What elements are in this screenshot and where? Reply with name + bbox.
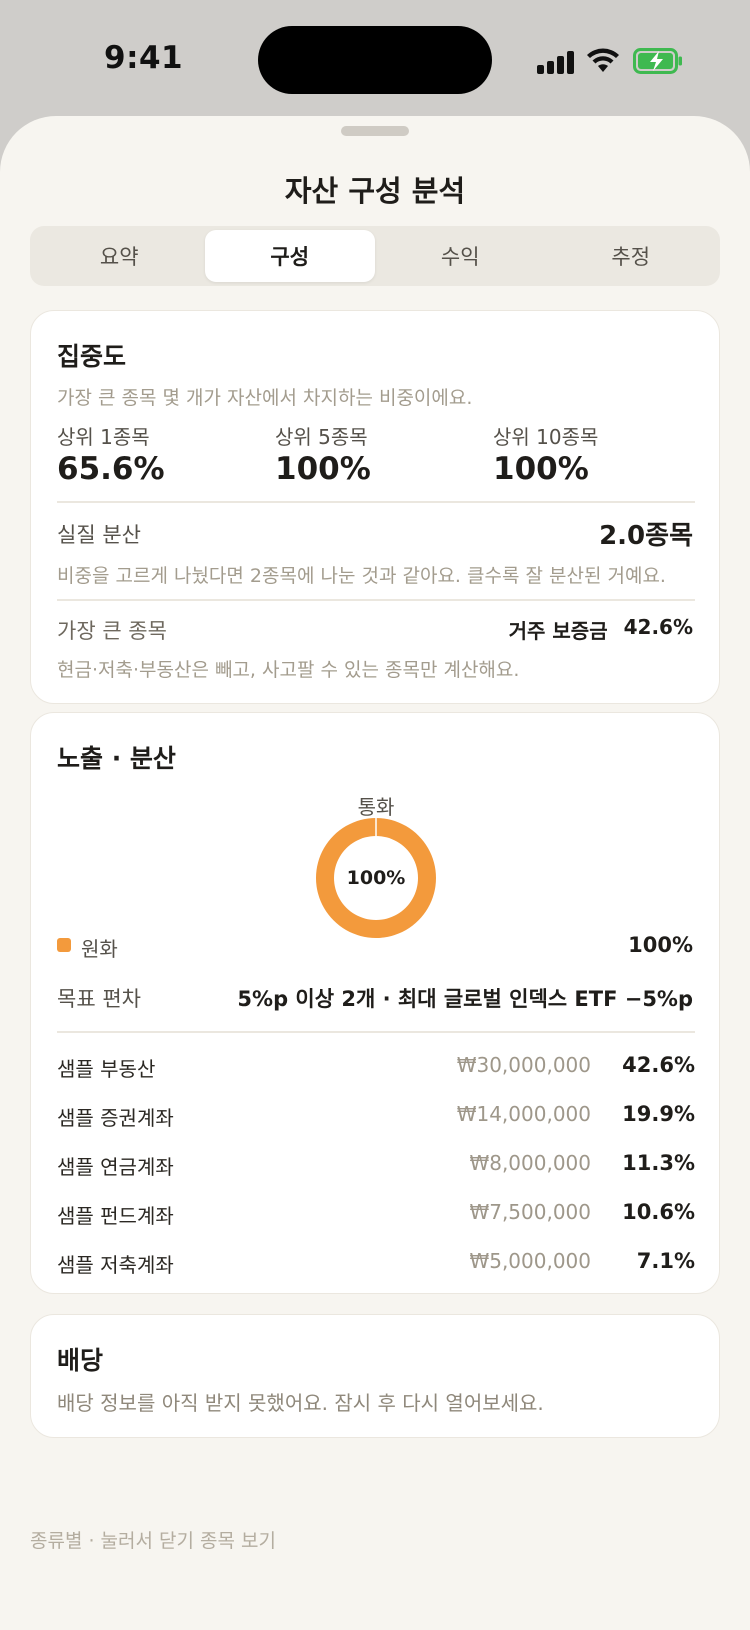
exposure-card: 노출 · 분산 통화 100% 원화 100% 목표 편차 5%p 이상 2개 …: [30, 712, 720, 1294]
segmented-tabs: 요약 구성 수익 추정: [30, 226, 720, 286]
largest-holding-name: 거주 보증금: [508, 619, 608, 643]
asset-name: 샘플 펀드계좌: [57, 1204, 174, 1228]
analysis-sheet: 자산 구성 분석 요약 구성 수익 추정 집중도 가장 큰 종목 몇 개가 자산…: [0, 116, 750, 1630]
asset-amount: ₩7,500,000: [469, 1200, 591, 1224]
target-deviation-value: 5%p 이상 2개 · 최대 글로벌 인덱스 ETF −5%p: [237, 987, 693, 1011]
largest-holding-pct: 42.6%: [623, 615, 693, 639]
asset-row[interactable]: 샘플 부동산 ₩30,000,000 42.6%: [57, 1053, 695, 1083]
asset-amount: ₩14,000,000: [456, 1102, 591, 1126]
tab-composition[interactable]: 구성: [204, 230, 375, 282]
donut-center-label: 100%: [347, 867, 406, 889]
asset-row[interactable]: 샘플 저축계좌 ₩5,000,000 7.1%: [57, 1249, 695, 1279]
asset-row[interactable]: 샘플 펀드계좌 ₩7,500,000 10.6%: [57, 1200, 695, 1230]
asset-row[interactable]: 샘플 증권계좌 ₩14,000,000 19.9%: [57, 1102, 695, 1132]
asset-pct: 11.3%: [622, 1151, 695, 1175]
asset-pct: 19.9%: [622, 1102, 695, 1126]
effective-diversification-value: 2.0종목: [599, 521, 693, 551]
dividend-title: 배당: [57, 1346, 104, 1375]
tab-summary[interactable]: 요약: [34, 230, 205, 282]
asset-name: 샘플 연금계좌: [57, 1155, 174, 1179]
status-bar: 9:41: [0, 0, 750, 118]
asset-amount: ₩30,000,000: [456, 1053, 591, 1077]
exposure-title: 노출 · 분산: [57, 744, 176, 773]
asset-name: 샘플 부동산: [57, 1057, 156, 1081]
sheet-grabber[interactable]: [341, 126, 409, 136]
effective-diversification-note: 비중을 고르게 나눴다면 2종목에 나눈 것과 같아요. 클수록 잘 분산된 거…: [57, 565, 666, 587]
asset-row[interactable]: 샘플 연금계좌 ₩8,000,000 11.3%: [57, 1151, 695, 1181]
effective-diversification-label: 실질 분산: [57, 523, 141, 547]
largest-holding-label: 가장 큰 종목: [57, 619, 167, 643]
asset-amount: ₩5,000,000: [469, 1249, 591, 1273]
asset-name: 샘플 증권계좌: [57, 1106, 174, 1130]
cellular-signal-icon: [537, 50, 575, 74]
top10-label: 상위 10종목: [493, 425, 599, 449]
legend-value-krw: 100%: [628, 933, 693, 957]
status-time: 9:41: [104, 40, 184, 76]
divider: [57, 501, 695, 503]
currency-donut-chart: 100%: [315, 818, 436, 938]
asset-amount: ₩8,000,000: [469, 1151, 591, 1175]
top1-label: 상위 1종목: [57, 425, 150, 449]
dynamic-island: [258, 26, 492, 94]
asset-pct: 7.1%: [636, 1249, 695, 1273]
concentration-card: 집중도 가장 큰 종목 몇 개가 자산에서 차지하는 비중이에요. 상위 1종목…: [30, 310, 720, 704]
largest-holding-value: 거주 보증금 42.6%: [509, 615, 693, 644]
asset-pct: 10.6%: [622, 1200, 695, 1224]
sheet-title: 자산 구성 분석: [284, 174, 466, 208]
tab-returns[interactable]: 수익: [375, 230, 546, 282]
divider: [57, 1031, 695, 1033]
concentration-description: 가장 큰 종목 몇 개가 자산에서 차지하는 비중이에요.: [57, 387, 473, 409]
top1-value: 65.6%: [57, 451, 165, 487]
legend-swatch-krw: [57, 938, 71, 952]
top10-value: 100%: [493, 451, 589, 487]
wifi-icon: [587, 48, 619, 72]
dividend-card: 배당 배당 정보를 아직 받지 못했어요. 잠시 후 다시 열어보세요.: [30, 1314, 720, 1438]
concentration-title: 집중도: [57, 342, 127, 371]
largest-holding-note: 현금·저축·부동산은 빼고, 사고팔 수 있는 종목만 계산해요.: [57, 659, 520, 681]
asset-pct: 42.6%: [622, 1053, 695, 1077]
legend-label-krw: 원화: [81, 937, 118, 961]
tab-estimate[interactable]: 추정: [546, 230, 717, 282]
donut-chart-label: 통화: [357, 795, 395, 819]
asset-name: 샘플 저축계좌: [57, 1253, 174, 1277]
battery-charging-icon: [633, 48, 682, 74]
target-deviation-label: 목표 편차: [57, 987, 141, 1011]
top5-value: 100%: [275, 451, 371, 487]
divider: [57, 599, 695, 601]
footer-hint[interactable]: 종류별 · 눌러서 닫기 종목 보기: [30, 1526, 276, 1553]
dividend-message: 배당 정보를 아직 받지 못했어요. 잠시 후 다시 열어보세요.: [57, 1391, 544, 1415]
top5-label: 상위 5종목: [275, 425, 368, 449]
